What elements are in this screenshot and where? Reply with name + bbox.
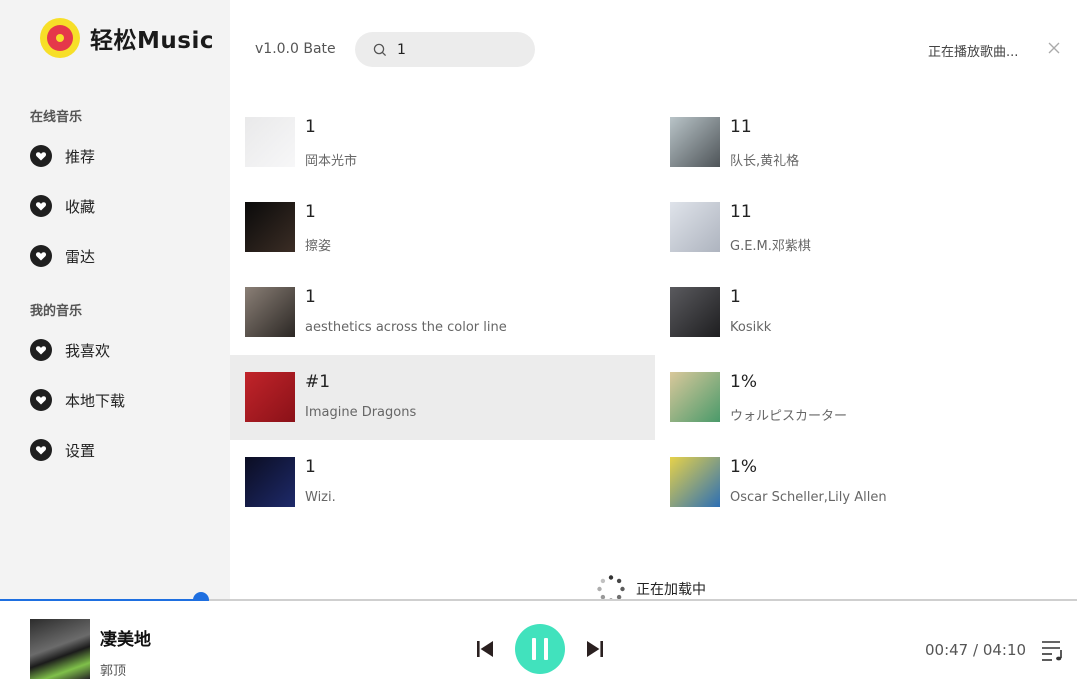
song-item[interactable]: 1 岡本光市 [230,100,655,185]
section-title-mine: 我的音乐 [30,304,83,319]
song-title: #1 [305,372,331,392]
song-item[interactable]: 11 G.E.M.邓紫棋 [655,185,1077,270]
album-cover [670,287,720,337]
song-title: 1% [730,457,757,477]
song-artist: Oscar Scheller,Lily Allen [730,490,887,505]
heart-icon [30,195,52,217]
playback-time: 00:47 / 04:10 [925,641,1027,659]
sidebar-item-label: 雷达 [65,247,96,266]
search-results: 1 岡本光市 11 队长,黄礼格 1 擦姿 11 G.E.M.邓紫棋 1 aes… [230,100,1077,525]
song-artist: Wizi. [305,490,336,505]
song-title: 11 [730,117,752,137]
album-cover [245,117,295,167]
sidebar-item-favorites[interactable]: 收藏 [30,191,95,221]
heart-icon [30,389,52,411]
song-title: 1 [730,287,741,307]
album-cover [670,372,720,422]
song-title: 1 [305,457,316,477]
sidebar-item-liked[interactable]: 我喜欢 [30,335,110,365]
heart-icon [30,339,52,361]
album-cover [670,117,720,167]
song-artist: 岡本光市 [305,154,358,169]
album-cover [245,287,295,337]
song-title: 1 [305,117,316,137]
song-item-highlighted[interactable]: #1 Imagine Dragons [230,355,655,440]
sidebar-item-downloads[interactable]: 本地下载 [30,385,125,415]
search-box[interactable] [355,32,535,67]
loading-text: 正在加载中 [636,582,706,598]
song-title: 1% [730,372,757,392]
section-title-online: 在线音乐 [30,110,83,125]
song-item[interactable]: 1 Kosikk [655,270,1077,355]
sidebar: 轻松Music 在线音乐 推荐 收藏 雷达 我的音乐 我喜欢 本地下载 设置 [0,0,230,600]
song-title: 1 [305,202,316,222]
album-cover [245,202,295,252]
heart-icon [30,145,52,167]
skip-next-icon[interactable] [586,640,604,658]
pause-icon [532,638,536,660]
heart-icon [30,439,52,461]
sidebar-item-recommend[interactable]: 推荐 [30,141,95,171]
app-name: 轻松Music [90,28,214,54]
skip-previous-icon[interactable] [476,640,494,658]
song-artist: G.E.M.邓紫棋 [730,239,811,254]
album-cover [670,202,720,252]
song-artist: aesthetics across the color line [305,320,507,335]
total-time: 04:10 [982,641,1027,659]
sidebar-item-label: 我喜欢 [65,341,111,360]
album-cover [245,372,295,422]
now-playing-title: 凄美地 [100,630,151,650]
now-playing-cover[interactable] [30,619,90,679]
current-time: 00:47 [925,641,969,659]
app-logo: 轻松Music [40,18,214,58]
sidebar-item-settings[interactable]: 设置 [30,435,95,465]
now-playing-status[interactable]: 正在播放歌曲... [928,41,1018,60]
heart-icon [30,245,52,267]
album-cover [245,457,295,507]
song-artist: ウォルピスカーター [730,409,848,424]
sidebar-item-label: 推荐 [65,147,96,166]
pause-button[interactable] [515,624,565,674]
song-item[interactable]: 11 队长,黄礼格 [655,100,1077,185]
song-title: 11 [730,202,752,222]
song-artist: Kosikk [730,320,772,335]
sidebar-item-label: 收藏 [65,197,96,216]
now-playing-artist: 郭顶 [100,664,127,679]
sidebar-item-label: 本地下载 [65,391,126,410]
playlist-icon[interactable] [1040,637,1066,663]
sidebar-item-label: 设置 [65,441,96,460]
search-input[interactable] [395,40,529,59]
song-artist: 队长,黄礼格 [730,154,800,169]
player-bar: 凄美地 郭顶 00:47 / 04:10 [0,601,1077,698]
song-item[interactable]: 1 aesthetics across the color line [230,270,655,355]
song-artist: Imagine Dragons [305,405,417,420]
sidebar-item-radar[interactable]: 雷达 [30,241,95,271]
song-item[interactable]: 1 擦姿 [230,185,655,270]
song-item[interactable]: 1 Wizi. [230,440,655,525]
song-artist: 擦姿 [305,239,332,254]
close-icon[interactable] [1046,40,1062,56]
search-icon [373,43,387,56]
album-cover [670,457,720,507]
song-item[interactable]: 1% ウォルピスカーター [655,355,1077,440]
logo-disc-icon [40,18,80,58]
song-title: 1 [305,287,316,307]
app-version: v1.0.0 Bate [255,41,336,57]
song-item[interactable]: 1% Oscar Scheller,Lily Allen [655,440,1077,525]
